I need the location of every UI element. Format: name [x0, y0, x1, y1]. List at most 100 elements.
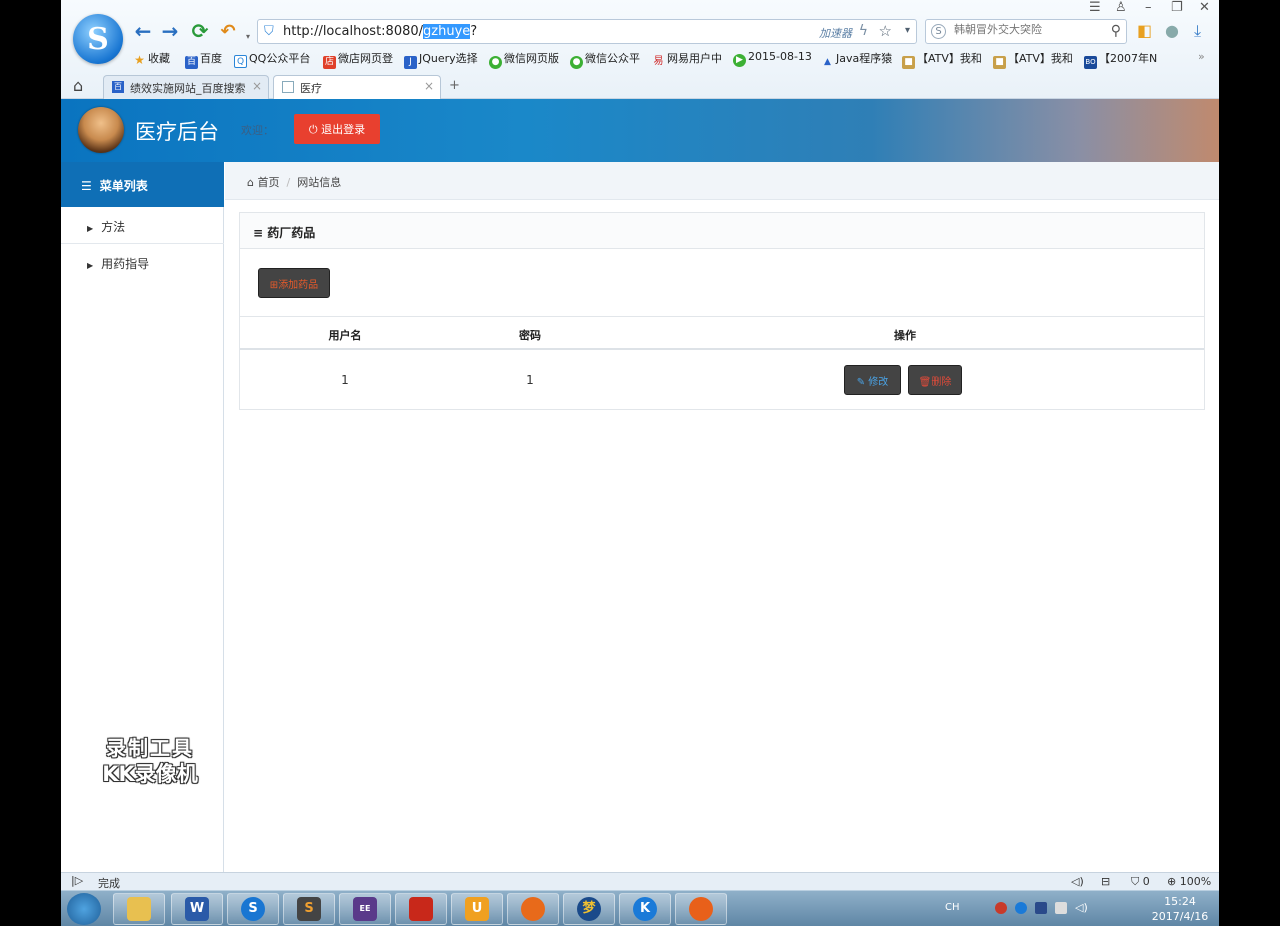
- bookmark-item[interactable]: ▶ 2015-08-13: [733, 50, 812, 67]
- bookmark-item[interactable]: 易网易用户中: [652, 50, 723, 68]
- new-tab-icon[interactable]: +: [449, 78, 460, 93]
- url-text[interactable]: http://localhost:8080/gzhuye?: [283, 24, 477, 39]
- clock[interactable]: 15:24 2017/4/16: [1145, 894, 1215, 924]
- search-engine-icon[interactable]: S: [931, 24, 946, 39]
- bookmark-item[interactable]: ▲ Java程序猿: [821, 50, 892, 69]
- bookmark-item[interactable]: ● 微信网页版: [489, 50, 559, 69]
- edit-button[interactable]: ✎ 修改: [844, 365, 901, 395]
- tab-label: 绩效实施网站_百度搜索: [130, 82, 246, 95]
- bookmark-item[interactable]: 百百度: [185, 50, 222, 69]
- tab-strip: ⌂ 百 绩效实施网站_百度搜索 × 医疗 × +: [61, 72, 1219, 99]
- tray-monitor-icon[interactable]: [1055, 902, 1067, 914]
- extension-icon[interactable]: ◧: [1137, 21, 1152, 40]
- taskbar-explorer[interactable]: [113, 893, 165, 925]
- breadcrumb-home[interactable]: 首页: [257, 176, 279, 189]
- screen: S ← → ⟳ ↶ ▾ ⛉ http://localhost:8080/gzhu…: [61, 0, 1219, 926]
- bookmark-item[interactable]: ● 微信公众平: [570, 50, 640, 69]
- language-indicator[interactable]: CH: [945, 902, 960, 913]
- wechat-icon: ●: [489, 56, 502, 69]
- address-dropdown-icon[interactable]: ▾: [905, 25, 910, 36]
- uc-icon: U: [465, 897, 489, 921]
- close-tab-icon[interactable]: ×: [424, 79, 434, 93]
- menu-icon[interactable]: ☰: [1089, 0, 1101, 15]
- cell-password: 1: [526, 373, 534, 387]
- taskbar-eclipse[interactable]: EE: [339, 893, 391, 925]
- download-icon[interactable]: ⤓: [1194, 21, 1201, 41]
- home-icon: ⌂: [247, 176, 258, 189]
- atv-icon: ■: [993, 56, 1006, 69]
- app-title: 医疗后台: [135, 120, 219, 144]
- tab-baidu-search[interactable]: 百 绩效实施网站_百度搜索 ×: [103, 75, 269, 99]
- star-icon[interactable]: ☆: [879, 22, 892, 40]
- status-bar: |▷ 完成 ◁) ⊟ ⛉ 0 ⊕ 100%: [61, 872, 1219, 890]
- close-tab-icon[interactable]: ×: [252, 79, 262, 93]
- forward-icon[interactable]: →: [158, 19, 182, 43]
- logout-button[interactable]: ⏻ 退出登录: [294, 114, 380, 144]
- taskbar-uc[interactable]: U: [451, 893, 503, 925]
- sidebar-item-method[interactable]: ▶ 方法: [61, 207, 224, 244]
- edit-icon: ✎: [856, 376, 869, 388]
- search-icon[interactable]: ⚲: [1111, 23, 1121, 39]
- tray-network-icon[interactable]: [1035, 902, 1047, 914]
- bookmark-item[interactable]: ■ 【ATV】我和: [993, 50, 1073, 69]
- close-window-icon[interactable]: ✕: [1199, 0, 1210, 15]
- bookmark-item[interactable]: ■ 【ATV】我和: [902, 50, 982, 69]
- bo-icon: BO: [1084, 56, 1097, 69]
- zoom-level[interactable]: ⊕ 100%: [1167, 875, 1211, 888]
- taskbar-word[interactable]: W: [171, 893, 223, 925]
- tray-kk-icon[interactable]: [1015, 902, 1027, 914]
- store-icon: 店: [323, 56, 336, 69]
- taskbar-firefox[interactable]: [507, 893, 559, 925]
- search-box[interactable]: S ⚲: [925, 19, 1127, 44]
- bookmark-item[interactable]: Q QQ公众平台: [234, 50, 310, 68]
- delete-button[interactable]: 🗑删除: [908, 365, 962, 395]
- taskbar-dream[interactable]: 梦: [563, 893, 615, 925]
- bookmark-item[interactable]: ★ 收藏: [133, 50, 170, 67]
- tab-label: 医疗: [300, 82, 322, 95]
- back-icon[interactable]: ←: [131, 19, 155, 43]
- java-icon: ▲: [824, 57, 831, 67]
- add-drug-button[interactable]: ⊞添加药品: [258, 268, 330, 298]
- bookmarks-bar: ★ 收藏 百百度 Q QQ公众平台 店微店网页登 J JQuery选择 ● 微信网页版 …: [133, 50, 1213, 69]
- browser-toolbar: S ← → ⟳ ↶ ▾ ⛉ http://localhost:8080/gzhu…: [61, 0, 1219, 99]
- table-header: 用户名 密码 操作: [240, 316, 1204, 350]
- baidu-icon: 百: [112, 81, 124, 93]
- cell-username: 1: [341, 373, 349, 387]
- taskbar-sublime[interactable]: S: [283, 893, 335, 925]
- sidebar: ☰ 菜单列表 ▶ 方法 ▶ 用药指导 录制工具 KK录像机: [61, 162, 224, 872]
- more-bookmarks-icon[interactable]: »: [1198, 50, 1205, 63]
- sound-icon[interactable]: ◁): [1071, 875, 1084, 888]
- sidebar-toggle-icon[interactable]: |▷: [71, 874, 83, 887]
- add-icon: ⊞: [269, 279, 279, 291]
- taskbar-app[interactable]: [395, 893, 447, 925]
- bookmark-item[interactable]: BO 【2007年N: [1084, 50, 1157, 69]
- taskbar-recorder[interactable]: [675, 893, 727, 925]
- recorder-watermark: 录制工具 KK录像机: [102, 736, 198, 786]
- recorder-icon: [689, 897, 713, 921]
- logout-label: 退出登录: [321, 123, 366, 136]
- tray-app-icon[interactable]: [995, 902, 1007, 914]
- system-tray: CH ◁) 15:24 2017/4/16: [945, 891, 1215, 926]
- caret-right-icon: ▶: [87, 224, 94, 233]
- restore-icon[interactable]: ❐: [1171, 0, 1183, 15]
- skin-icon[interactable]: ♙: [1115, 0, 1127, 15]
- accelerator-label[interactable]: 加速器: [819, 25, 852, 41]
- shield-count[interactable]: ⛉ 0: [1131, 875, 1150, 889]
- sidebar-item-medication-guide[interactable]: ▶ 用药指导: [61, 244, 224, 281]
- volume-icon[interactable]: ◁): [1075, 901, 1088, 914]
- screenshot-icon[interactable]: ⊟: [1101, 875, 1110, 888]
- home-icon[interactable]: ⌂: [73, 76, 83, 95]
- taskbar-browser[interactable]: S: [227, 893, 279, 925]
- tab-medical[interactable]: 医疗 ×: [273, 75, 441, 99]
- minimize-icon[interactable]: –: [1145, 0, 1152, 15]
- bookmark-item[interactable]: J JQuery选择: [404, 50, 478, 69]
- taskbar-kk[interactable]: K: [619, 893, 671, 925]
- start-button[interactable]: [67, 893, 101, 925]
- refresh-icon[interactable]: ⟳: [188, 19, 212, 43]
- search-input[interactable]: [954, 23, 1104, 36]
- column-actions: 操作: [894, 329, 916, 342]
- address-bar[interactable]: ⛉ http://localhost:8080/gzhuye? 加速器 ϟ ☆ …: [257, 19, 917, 44]
- user-icon[interactable]: ●: [1165, 21, 1179, 40]
- bolt-icon[interactable]: ϟ: [859, 23, 868, 39]
- bookmark-item[interactable]: 店微店网页登: [323, 50, 393, 69]
